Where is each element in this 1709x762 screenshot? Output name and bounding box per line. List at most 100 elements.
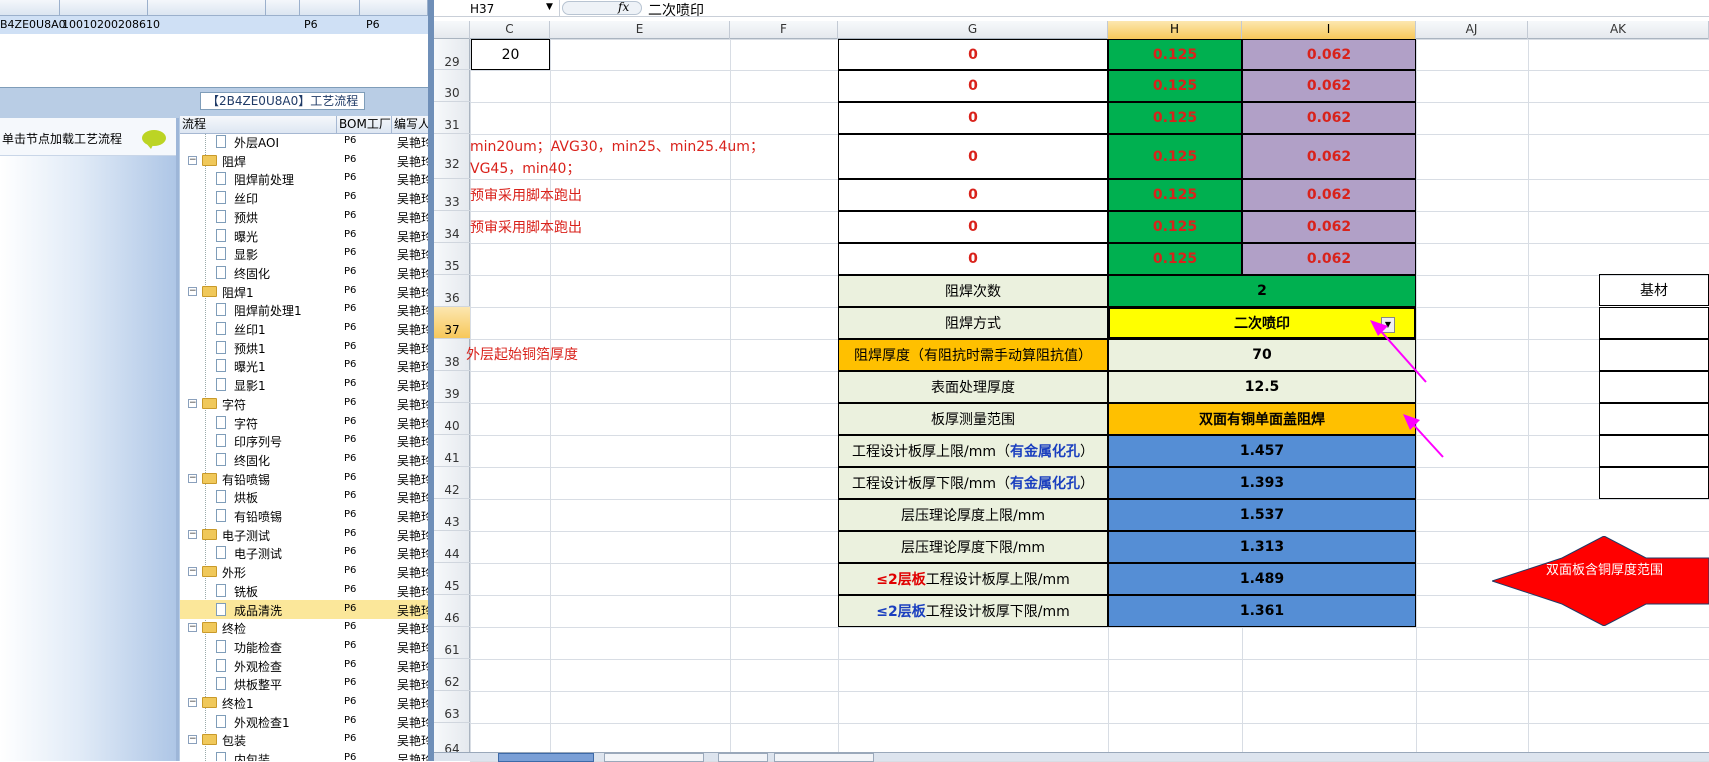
tree-item[interactable]: 丝印 P6 吴艳玲	[180, 188, 430, 207]
row-header-61[interactable]: 61	[434, 627, 470, 659]
tree-item[interactable]: 内包装 P6 吴艳玲	[180, 749, 430, 761]
param-label[interactable]: 表面处理厚度	[838, 371, 1108, 403]
formula-slider[interactable]	[562, 1, 642, 15]
row-header-36[interactable]: 36	[434, 275, 470, 307]
col-header-aj[interactable]: AJ	[1416, 21, 1528, 39]
col-header-f[interactable]: F	[730, 21, 838, 39]
cell-ak36[interactable]: 基材	[1599, 274, 1709, 306]
tree-item[interactable]: 曝光1 P6 吴艳玲	[180, 356, 430, 375]
cell-h[interactable]: 0.125	[1108, 70, 1242, 102]
cell-i[interactable]: 0.062	[1242, 211, 1416, 243]
tree-item[interactable]: − 外形 P6 吴艳玲	[180, 562, 430, 581]
col-header-c[interactable]: C	[470, 21, 550, 39]
row-header-32[interactable]: 32	[434, 134, 470, 179]
row-header-44[interactable]: 44	[434, 531, 470, 563]
tree-item[interactable]: − 字符 P6 吴艳玲	[180, 394, 430, 413]
panel-splitter[interactable]	[176, 118, 179, 761]
row-header-29[interactable]: 29	[434, 39, 470, 70]
collapse-icon[interactable]: −	[188, 698, 197, 707]
row-header-39[interactable]: 39	[434, 371, 470, 403]
param-label[interactable]: 阻焊厚度（有阻抗时需手动算阻抗值）	[838, 339, 1108, 371]
cell-g[interactable]: 0	[838, 102, 1108, 134]
cell-ak[interactable]	[1599, 307, 1709, 339]
tree-item[interactable]: 显影 P6 吴艳玲	[180, 244, 430, 263]
header-cell[interactable]	[148, 0, 266, 16]
param-label[interactable]: 阻焊方式	[838, 307, 1108, 339]
col-header-i[interactable]: I	[1242, 21, 1416, 39]
cell-g[interactable]: 0	[838, 211, 1108, 243]
param-value[interactable]: 1.457	[1108, 435, 1416, 467]
collapse-icon[interactable]: −	[188, 623, 197, 633]
tree-item[interactable]: 预烘 P6 吴艳玲	[180, 207, 430, 226]
header-cell[interactable]	[0, 0, 60, 16]
header-cell[interactable]	[266, 0, 300, 16]
cell-ak[interactable]	[1599, 435, 1709, 467]
tree-item[interactable]: 预烘1 P6 吴艳玲	[180, 338, 430, 357]
param-label[interactable]: 工程设计板厚上限/mm（ 有金属化孔）	[838, 435, 1108, 467]
cell-h[interactable]: 0.125	[1108, 179, 1242, 211]
formula-input[interactable]: 二次喷印	[648, 0, 704, 20]
collapse-icon[interactable]: −	[188, 398, 197, 408]
collapse-icon[interactable]: −	[188, 529, 197, 539]
cell-g[interactable]: 0	[838, 39, 1108, 70]
tree-item[interactable]: − 终检1 P6 吴艳玲	[180, 693, 430, 712]
param-value[interactable]: 1.361	[1108, 595, 1416, 627]
row-header-43[interactable]: 43	[434, 499, 470, 531]
param-value[interactable]: 双面有铜单面盖阻焊	[1108, 403, 1416, 435]
cell-i[interactable]: 0.062	[1242, 39, 1416, 70]
tree-item[interactable]: 字符 P6 吴艳玲	[180, 413, 430, 432]
param-label[interactable]: 层压理论厚度上限/mm	[838, 499, 1108, 531]
tree-item[interactable]: − 包装 P6 吴艳玲	[180, 730, 430, 749]
cell-h[interactable]: 0.125	[1108, 211, 1242, 243]
header-cell[interactable]	[360, 0, 428, 16]
row-header-33[interactable]: 33	[434, 179, 470, 211]
cell-ak[interactable]	[1599, 403, 1709, 435]
param-value[interactable]: 2	[1108, 275, 1416, 307]
tree-item[interactable]: 铣板 P6 吴艳玲	[180, 581, 430, 600]
param-value[interactable]: 1.489	[1108, 563, 1416, 595]
col-header-e[interactable]: E	[550, 21, 730, 39]
cell-c29[interactable]: 20	[471, 39, 550, 70]
cell-h[interactable]: 0.125	[1108, 134, 1242, 179]
tree-item[interactable]: 丝印1 P6 吴艳玲	[180, 319, 430, 338]
cell-g[interactable]: 0	[838, 134, 1108, 179]
tree-item[interactable]: − 阻焊1 P6 吴艳玲	[180, 282, 430, 301]
tree-item[interactable]: 外观检查1 P6 吴艳玲	[180, 712, 430, 731]
chevron-down-icon[interactable]: ▼	[546, 2, 553, 12]
param-value[interactable]: 1.537	[1108, 499, 1416, 531]
collapse-icon[interactable]: −	[188, 155, 197, 165]
tree-item[interactable]: 烘板整平 P6 吴艳玲	[180, 674, 430, 693]
cell-i[interactable]: 0.062	[1242, 243, 1416, 275]
tree-item[interactable]: 烘板 P6 吴艳玲	[180, 487, 430, 506]
param-label[interactable]: 阻焊次数	[838, 275, 1108, 307]
row-header-42[interactable]: 42	[434, 467, 470, 499]
tree-item[interactable]: 外层AOI P6 吴艳玲	[180, 132, 430, 151]
cell-ak[interactable]	[1599, 371, 1709, 403]
tree-item[interactable]: 电子测试 P6 吴艳玲	[180, 543, 430, 562]
row-header-63[interactable]: 63	[434, 691, 470, 723]
name-box[interactable]: H37 ▼	[434, 0, 560, 17]
row-header-35[interactable]: 35	[434, 243, 470, 275]
tree-item[interactable]: 曝光 P6 吴艳玲	[180, 226, 430, 245]
chat-bubble-icon[interactable]	[142, 130, 166, 149]
cell-i[interactable]: 0.062	[1242, 134, 1416, 179]
tree-item[interactable]: − 有铅喷锡 P6 吴艳玲	[180, 469, 430, 488]
row-header-34[interactable]: 34	[434, 211, 470, 243]
collapse-icon[interactable]: −	[188, 473, 197, 483]
cell-h[interactable]: 0.125	[1108, 102, 1242, 134]
row-header-30[interactable]: 30	[434, 70, 470, 102]
row-header-46[interactable]: 46	[434, 595, 470, 627]
cell-g[interactable]: 0	[838, 70, 1108, 102]
fx-icon[interactable]: fx	[618, 0, 629, 14]
cell-i[interactable]: 0.062	[1242, 179, 1416, 211]
row-header-40[interactable]: 40	[434, 403, 470, 435]
param-value[interactable]: 1.393	[1108, 467, 1416, 499]
param-label[interactable]: ≤2层板 工程设计板厚上限/mm	[838, 563, 1108, 595]
param-label[interactable]: 层压理论厚度下限/mm	[838, 531, 1108, 563]
cell-i[interactable]: 0.062	[1242, 102, 1416, 134]
col-header-g[interactable]: G	[838, 21, 1108, 39]
param-value[interactable]: 1.313	[1108, 531, 1416, 563]
star-shape[interactable]: 双面板含铜厚度范围	[1492, 536, 1709, 626]
row-header-31[interactable]: 31	[434, 102, 470, 134]
tree-item[interactable]: 阻焊前处理1 P6 吴艳玲	[180, 300, 430, 319]
